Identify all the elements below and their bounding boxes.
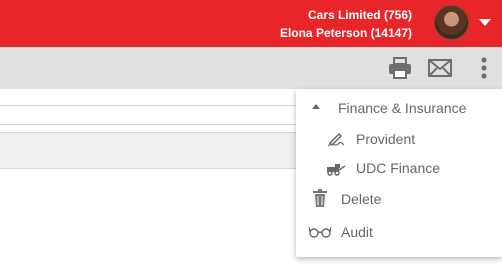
user-info: Cars Limited (756) Elona Peterson (14147… [280, 6, 412, 42]
trash-icon [313, 189, 327, 207]
menu-group-finance-insurance[interactable]: Finance & Insurance [338, 100, 466, 116]
company-name: Cars Limited (756) [307, 8, 412, 22]
signature-icon [327, 132, 345, 147]
more-vertical-icon[interactable] [474, 57, 494, 79]
user-avatar[interactable] [434, 5, 469, 40]
app-header: Cars Limited (756) Elona Peterson (14147… [0, 0, 502, 47]
user-menu-chevron-down-icon[interactable] [479, 19, 491, 26]
caret-up-icon[interactable] [311, 103, 321, 111]
menu-item-udc-finance[interactable]: UDC Finance [356, 160, 440, 176]
content-divider [0, 124, 300, 125]
toolbar [0, 47, 502, 89]
menu-item-audit[interactable]: Audit [341, 224, 373, 240]
menu-item-provident[interactable]: Provident [356, 131, 415, 147]
mail-icon[interactable] [428, 57, 452, 79]
printer-icon[interactable] [388, 57, 412, 79]
user-name: Elona Peterson (14147) [279, 26, 412, 40]
glasses-icon [309, 226, 331, 238]
tow-truck-icon [327, 164, 346, 176]
content-divider [0, 105, 300, 106]
content-row [0, 132, 300, 169]
menu-item-delete[interactable]: Delete [341, 191, 381, 207]
